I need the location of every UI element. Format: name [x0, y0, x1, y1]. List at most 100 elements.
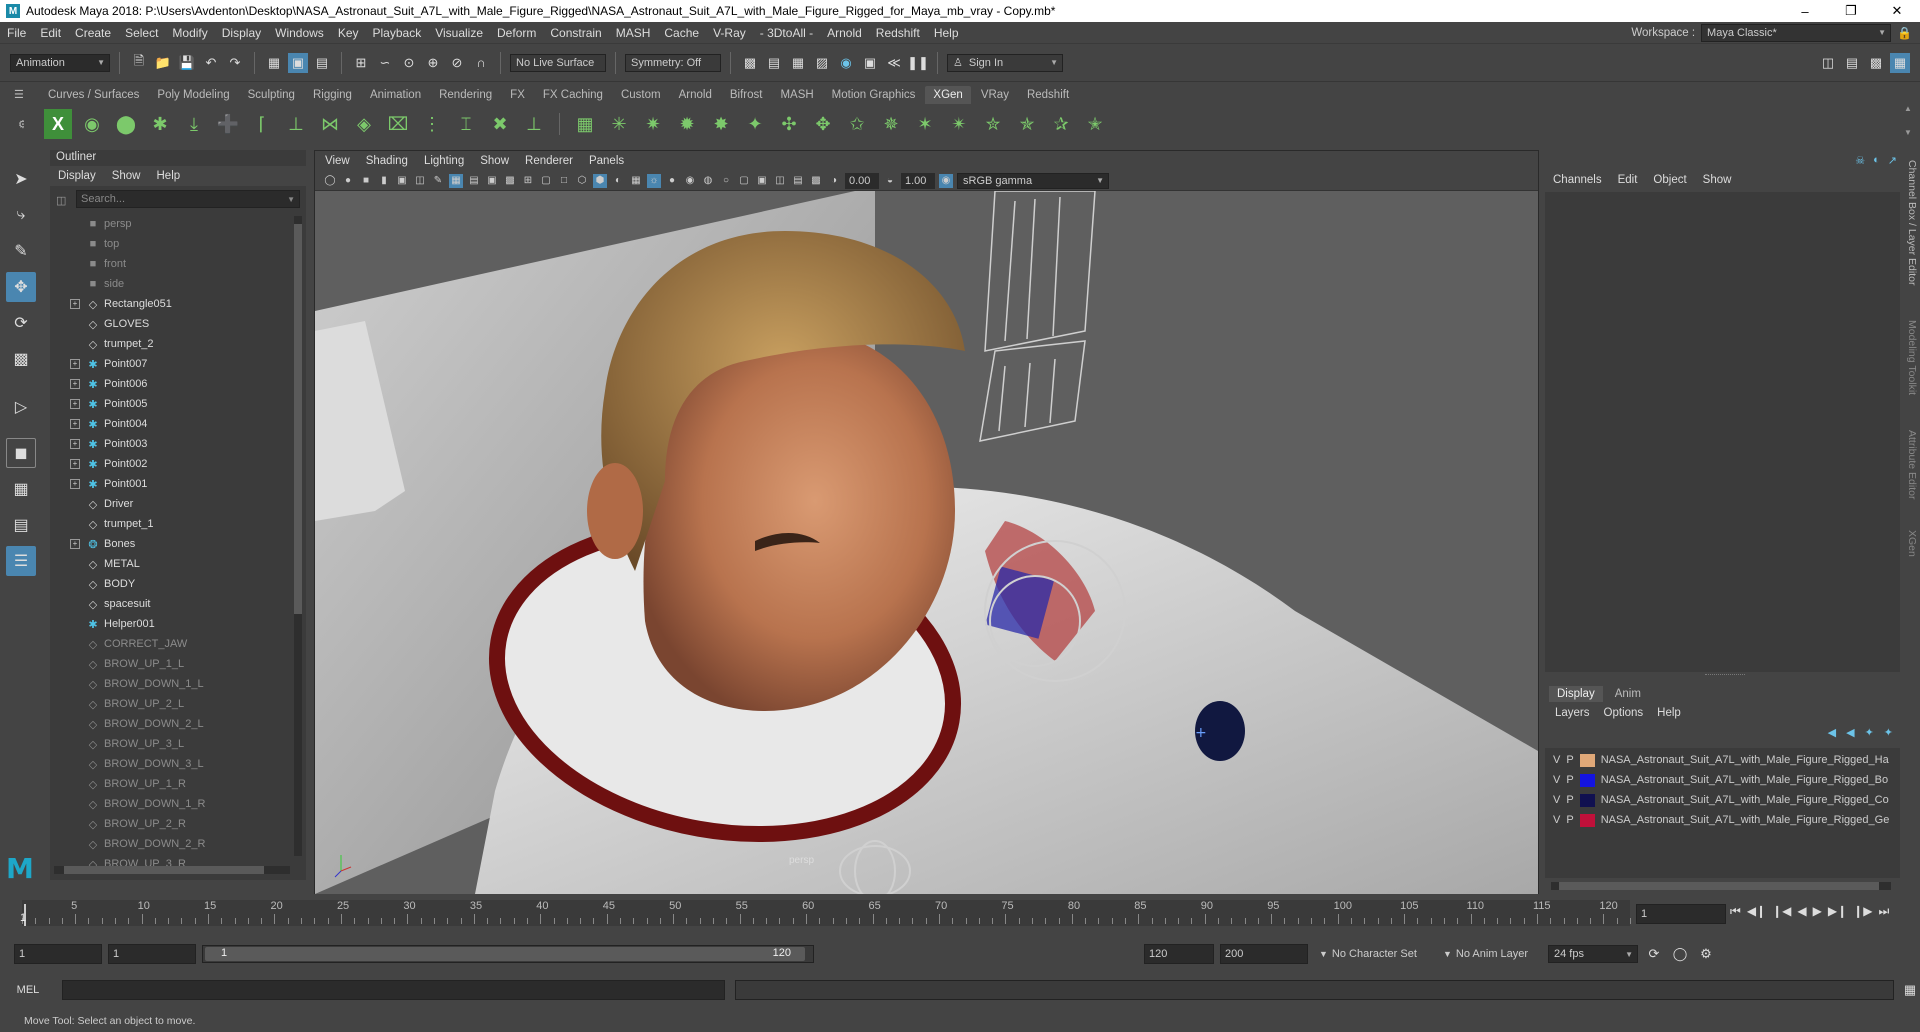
single-perspective-layout-icon[interactable]: ◼ [6, 438, 36, 468]
outliner-item[interactable]: ◇ trumpet_2 [50, 334, 290, 354]
shelf-tab-poly-modeling[interactable]: Poly Modeling [149, 86, 237, 104]
xgen-cut-icon[interactable]: ⌶ [452, 109, 480, 139]
channel-box-menu-channels[interactable]: Channels [1553, 174, 1602, 186]
outliner-menu-display[interactable]: Display [58, 170, 96, 182]
xgen-lock-length-icon[interactable]: ⊥ [282, 109, 310, 139]
wireframe-icon[interactable]: ⬡ [575, 174, 589, 188]
layer-visibility-toggle[interactable]: V [1553, 794, 1560, 806]
wireframe-on-shaded-icon[interactable]: ◐ [611, 174, 625, 188]
menu-create[interactable]: Create [68, 26, 118, 40]
hyper-icon[interactable]: ↗ [1888, 154, 1897, 167]
select-object-icon[interactable]: ▣ [288, 52, 308, 73]
shelf-tab-curves[interactable]: Curves / Surfaces [40, 86, 147, 104]
step-forward-frame-icon[interactable]: ▶❙ [1828, 904, 1847, 919]
animation-preferences-icon[interactable]: ⚙ [1696, 944, 1716, 964]
layer-menu-options[interactable]: Options [1604, 707, 1644, 719]
new-layer-icon[interactable]: ✦ [1865, 726, 1874, 739]
groom-sculpt-15-icon[interactable]: ✭ [1081, 109, 1109, 139]
go-to-start-icon[interactable]: ⏮ [1730, 904, 1741, 919]
lasso-tool-icon[interactable]: ⤷ [6, 200, 36, 230]
side-tab-xgen[interactable]: XGen [1906, 530, 1918, 557]
expand-icon[interactable]: + [70, 359, 80, 369]
move-layer-down-icon[interactable]: ◀ [1846, 726, 1854, 739]
render-current-frame-icon[interactable]: ▤ [764, 53, 784, 73]
xgen-groom-icon[interactable]: ✱ [146, 109, 174, 139]
xgen-grid-icon[interactable]: ▦ [571, 109, 599, 139]
workspace-dropdown[interactable]: Maya Classic* ▼ [1701, 23, 1892, 42]
snap-point-icon[interactable]: ⊙ [399, 53, 419, 73]
tab-anim[interactable]: Anim [1607, 686, 1649, 702]
tool-settings-icon[interactable]: ▩ [1866, 53, 1886, 73]
menu-arnold[interactable]: Arnold [820, 26, 869, 40]
outliner-item[interactable]: ◇ BROW_UP_1_L [50, 654, 290, 674]
range-slider[interactable]: 1 120 [202, 945, 814, 963]
viewport-3d-scene[interactable]: + persp [315, 191, 1538, 894]
outliner-item[interactable]: ◇ BROW_UP_3_L [50, 734, 290, 754]
modeling-toolkit-icon[interactable]: ◫ [1818, 53, 1838, 73]
magnet-icon[interactable]: ∩ [471, 53, 491, 73]
xgen-place-guide-icon[interactable]: ⤓ [180, 109, 208, 139]
xgen-create-description-icon[interactable]: ◉ [78, 109, 106, 139]
outliner-hscrollbar[interactable] [54, 866, 290, 874]
time-ruler[interactable]: 5 10 15 20 25 30 35 40 45 50 55 60 65 70 75 80 85 90 95 100… [20, 900, 1631, 926]
ambient-occlusion-icon[interactable]: ◉ [683, 174, 697, 188]
layer-playback-toggle[interactable]: P [1566, 774, 1573, 786]
shelf-tab-motion-graphics[interactable]: Motion Graphics [824, 86, 924, 104]
expand-icon[interactable]: + [70, 379, 80, 389]
menu-deform[interactable]: Deform [490, 26, 543, 40]
xgen-sculpt-guide-icon[interactable]: ⌈ [248, 109, 276, 139]
shelf-tab-bifrost[interactable]: Bifrost [722, 86, 771, 104]
select-hierarchy-icon[interactable]: ▦ [264, 53, 284, 73]
display-layer-row[interactable]: V P NASA_Astronaut_Suit_A7L_with_Male_Figu… [1545, 790, 1900, 810]
menu-cache[interactable]: Cache [657, 26, 706, 40]
layer-color-swatch[interactable] [1579, 813, 1595, 827]
use-all-lights-icon[interactable]: ☼ [647, 173, 661, 188]
menu-key[interactable]: Key [331, 26, 366, 40]
viewport-menu-shading[interactable]: Shading [366, 155, 408, 167]
menu-select[interactable]: Select [118, 26, 165, 40]
gamma-field[interactable]: 1.00 [901, 172, 935, 189]
rotate-tool-icon[interactable]: ⟳ [6, 308, 36, 338]
grease-pencil-icon[interactable]: ✎ [431, 174, 445, 188]
outliner-item[interactable]: ◇ BROW_DOWN_2_L [50, 714, 290, 734]
lock-icon[interactable]: 🔒 [1897, 26, 1912, 40]
hypershade-icon[interactable]: ◉ [836, 53, 856, 73]
menu-vray[interactable]: V-Ray [706, 26, 753, 40]
shelf-tab-vray[interactable]: VRay [973, 86, 1017, 104]
outliner-menu-help[interactable]: Help [157, 170, 181, 182]
shelf-tab-xgen[interactable]: XGen [925, 86, 971, 104]
render-region-icon[interactable]: ▩ [740, 53, 760, 73]
outliner-item[interactable]: + ✱ Point002 [50, 454, 290, 474]
persp-graph-layout-icon[interactable]: ▤ [6, 510, 36, 540]
shelf-tab-arnold[interactable]: Arnold [671, 86, 720, 104]
layer-color-swatch[interactable] [1579, 793, 1595, 807]
play-forward-icon[interactable]: ▶ [1813, 904, 1822, 919]
scrollbar-thumb[interactable] [294, 224, 302, 614]
field-chart-icon[interactable]: ⊞ [521, 174, 535, 188]
menu-file[interactable]: File [0, 26, 33, 40]
color-management-icon[interactable]: ◉ [939, 173, 953, 188]
close-button[interactable]: ✕ [1874, 0, 1920, 22]
outliner-item[interactable]: ◇ CORRECT_JAW [50, 634, 290, 654]
sign-in-button[interactable]: ♙ Sign In ▼ [947, 53, 1063, 72]
side-tab-modeling-toolkit[interactable]: Modeling Toolkit [1906, 320, 1918, 395]
xgen-bend-icon[interactable]: ⌧ [384, 109, 412, 139]
chevron-down-icon[interactable]: ▼ [287, 195, 295, 204]
outliner-item[interactable]: ◇ GLOVES [50, 314, 290, 334]
expand-icon[interactable]: + [70, 459, 80, 469]
menu-windows[interactable]: Windows [268, 26, 331, 40]
snap-view-icon[interactable]: ⊕ [423, 53, 443, 73]
shelf-menu-icon[interactable]: ☰ [14, 88, 24, 101]
speed-icon[interactable]: ◐ [1873, 154, 1880, 167]
shelf-tab-fx-caching[interactable]: FX Caching [535, 86, 611, 104]
side-tab-attribute-editor[interactable]: Attribute Editor [1906, 430, 1918, 499]
minimize-button[interactable]: – [1782, 0, 1828, 22]
layer-color-swatch[interactable] [1579, 773, 1595, 787]
open-scene-icon[interactable]: 📁 [153, 53, 173, 73]
xray-icon[interactable]: ◫ [773, 174, 787, 188]
script-editor-icon[interactable]: ▦ [1900, 980, 1920, 1000]
display-layer-row[interactable]: V P NASA_Astronaut_Suit_A7L_with_Male_Figu… [1545, 750, 1900, 770]
animation-end-field[interactable]: 200 [1220, 944, 1308, 964]
layer-menu-layers[interactable]: Layers [1555, 707, 1590, 719]
four-view-layout-icon[interactable]: ▦ [6, 474, 36, 504]
